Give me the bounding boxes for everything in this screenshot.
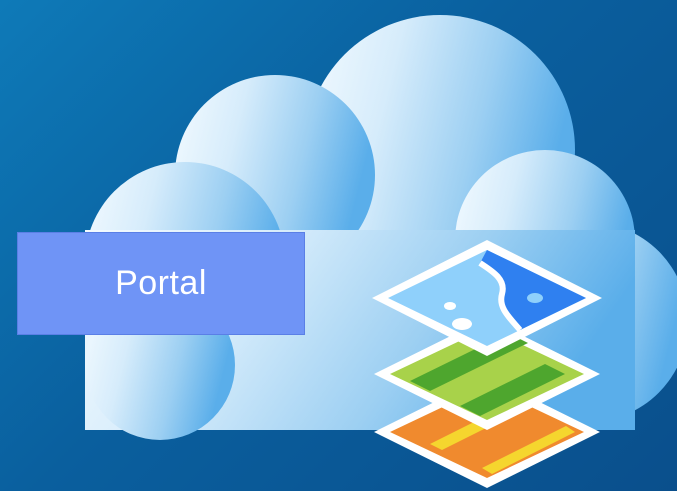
map-layers-icon	[372, 240, 602, 488]
top-layer	[372, 240, 602, 356]
diagram-canvas: Portal	[0, 0, 677, 491]
portal-button[interactable]: Portal	[17, 232, 305, 335]
portal-label: Portal	[115, 264, 207, 302]
